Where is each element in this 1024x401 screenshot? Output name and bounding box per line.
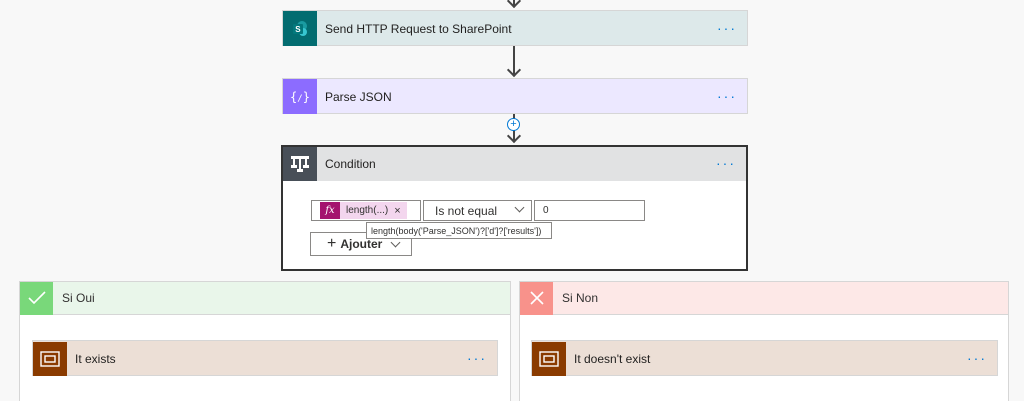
add-condition-label: Ajouter	[340, 237, 383, 251]
operator-dropdown[interactable]: Is not equal	[423, 200, 532, 221]
cross-icon	[520, 281, 553, 315]
no-branch-header[interactable]: Si Non	[519, 281, 1009, 315]
sharepoint-more-button[interactable]: ···	[717, 19, 737, 37]
sharepoint-icon: S	[283, 11, 317, 46]
parse-json-action-card[interactable]: {/} Parse JSON ···	[282, 78, 748, 114]
parse-json-more-button[interactable]: ···	[717, 87, 737, 105]
parse-json-action-title: Parse JSON	[325, 89, 392, 104]
fx-icon: fx	[320, 202, 340, 219]
compose-icon	[33, 341, 67, 376]
yes-branch-title: Si Oui	[62, 291, 95, 305]
compose-icon	[532, 341, 566, 376]
connector-top-arrowhead	[506, 0, 522, 9]
right-operand-value: 0	[543, 205, 549, 216]
it-exists-more-button[interactable]: ···	[467, 349, 487, 367]
sharepoint-action-title: Send HTTP Request to SharePoint	[325, 21, 512, 36]
condition-right-operand[interactable]: 0	[534, 200, 645, 221]
yes-branch-header[interactable]: Si Oui	[19, 281, 511, 315]
chevron-down-icon	[514, 202, 525, 213]
expression-token-label: length(...)	[346, 205, 389, 216]
operator-value: Is not equal	[435, 203, 498, 218]
sharepoint-action-card[interactable]: S Send HTTP Request to SharePoint ···	[282, 10, 748, 46]
braces-icon: {/}	[283, 79, 317, 114]
condition-more-button[interactable]: ···	[716, 154, 736, 172]
it-doesnt-exist-action-card[interactable]: It doesn't exist ···	[531, 340, 998, 376]
no-branch-title: Si Non	[562, 291, 599, 305]
svg-text:S: S	[295, 25, 301, 34]
expression-token[interactable]: fx length(...) ×	[320, 202, 407, 219]
it-doesnt-exist-title: It doesn't exist	[574, 351, 651, 366]
expression-tooltip-text: length(body('Parse_JSON')?['d']?['result…	[371, 225, 542, 236]
condition-title: Condition	[325, 157, 376, 171]
condition-header[interactable]: Condition	[283, 147, 746, 181]
connector-2-arrowhead	[506, 128, 522, 144]
it-doesnt-exist-more-button[interactable]: ···	[967, 349, 987, 367]
plus-icon: +	[327, 235, 337, 252]
remove-token-icon[interactable]: ×	[394, 205, 400, 217]
connector-1-arrowhead	[506, 62, 522, 78]
it-exists-action-card[interactable]: It exists ···	[32, 340, 498, 376]
expression-tooltip: length(body('Parse_JSON')?['d']?['result…	[366, 222, 552, 239]
condition-icon	[283, 147, 317, 181]
check-icon	[20, 281, 53, 315]
condition-left-operand[interactable]: fx length(...) ×	[311, 200, 421, 221]
it-exists-title: It exists	[75, 351, 116, 366]
